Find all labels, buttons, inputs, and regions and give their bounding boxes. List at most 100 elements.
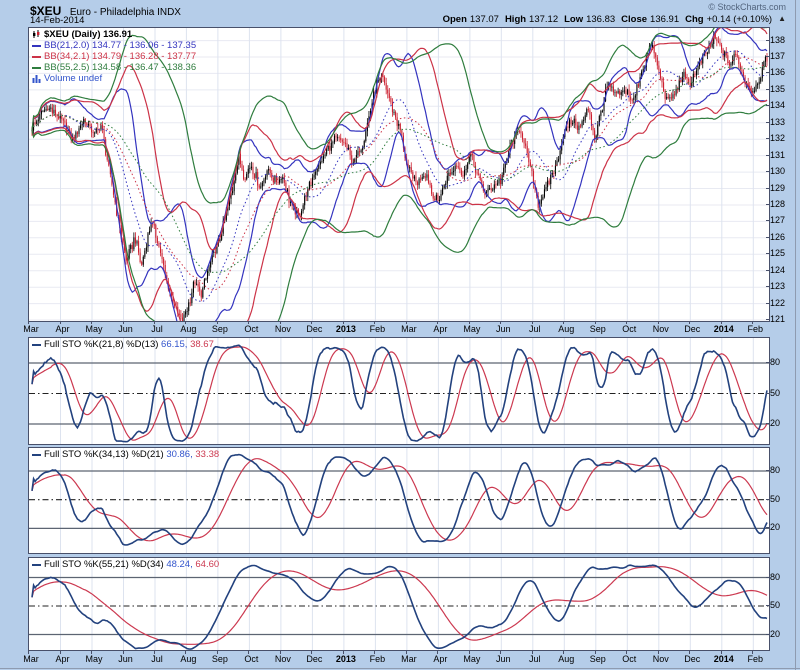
legend-text: BB(21,2.0) 134.77 - 136.06 - 137.35 (44, 40, 196, 51)
month-label: Dec (306, 324, 322, 334)
stochastic-tick-label: 80 (770, 357, 780, 367)
chg-value: +0.14 (+0.10%) (707, 14, 773, 25)
price-tick-label: 128 (770, 199, 785, 209)
month-label: Dec (684, 324, 700, 334)
stochastic-k-value: 48.24, (166, 559, 195, 570)
month-label: 2013 (336, 654, 356, 664)
price-tick-label: 136 (770, 67, 785, 77)
legend-text: $XEU (Daily) 136.91 (44, 29, 132, 40)
stochastic-k-value: 66.15, (161, 339, 190, 350)
month-label: Apr (433, 654, 447, 664)
price-panel: $XEU (Daily) 136.91BB(21,2.0) 134.77 - 1… (28, 27, 770, 322)
month-label: May (463, 654, 480, 664)
month-label: Aug (558, 324, 574, 334)
month-label: Sep (590, 654, 606, 664)
open-value: 137.07 (470, 14, 499, 25)
stochastic-panel-1: Full STO %K(21,8) %D(13) 66.15, 38.67 (28, 337, 770, 445)
month-label: Oct (622, 324, 636, 334)
month-label: Feb (370, 324, 386, 334)
legend-item-4: Volume undef (32, 73, 196, 84)
stochastic-plot-2 (29, 448, 769, 553)
month-label: Oct (244, 654, 258, 664)
stochastic-name: Full STO %K(55,21) %D(34) (44, 559, 166, 570)
month-label: Aug (558, 654, 574, 664)
month-label: Nov (275, 654, 291, 664)
month-label: Jun (496, 654, 511, 664)
chart-date: 14-Feb-2014 (30, 15, 84, 26)
month-label: Sep (212, 324, 228, 334)
price-tick-label: 138 (770, 35, 785, 45)
month-label: Mar (23, 324, 39, 334)
month-label: 2014 (714, 324, 734, 334)
stochastic-tick-label: 20 (770, 418, 780, 428)
price-tick-label: 123 (770, 281, 785, 291)
legend-text: BB(34,2.1) 134.79 - 136.28 - 137.77 (44, 51, 196, 62)
month-label: Sep (590, 324, 606, 334)
legend-item-0: $XEU (Daily) 136.91 (32, 29, 196, 40)
stochastic-d-value: 33.38 (195, 449, 219, 460)
price-tick-label: 129 (770, 183, 785, 193)
month-label: Feb (748, 324, 764, 334)
open-label: Open (443, 14, 467, 25)
month-label: Feb (370, 654, 386, 664)
stochastic-plot-1 (29, 338, 769, 444)
low-value: 136.83 (586, 14, 615, 25)
stochastic-tick-label: 80 (770, 572, 780, 582)
price-tick-label: 132 (770, 133, 785, 143)
price-tick-label: 125 (770, 248, 785, 258)
month-label: Aug (180, 324, 196, 334)
stochastic-d-value: 64.60 (195, 559, 219, 570)
month-label: Mar (401, 654, 417, 664)
stochastic-3-y-axis: 805020 (770, 557, 798, 649)
close-value: 136.91 (650, 14, 679, 25)
line-swatch-icon (32, 45, 41, 47)
month-label: Jul (151, 654, 163, 664)
month-label: Jun (118, 654, 133, 664)
price-tick-label: 122 (770, 298, 785, 308)
ticker-description: Euro - Philadelphia INDX (70, 7, 181, 18)
price-tick-label: 131 (770, 150, 785, 160)
stochastic-legend-1: Full STO %K(21,8) %D(13) 66.15, 38.67 (32, 339, 214, 350)
month-axis-top: MarAprMayJunJulAugSepOctNovDec2013FebMar… (28, 321, 768, 337)
month-label: Sep (212, 654, 228, 664)
month-label: Dec (684, 654, 700, 664)
price-tick-label: 130 (770, 166, 785, 176)
stochastic-legend-3: Full STO %K(55,21) %D(34) 48.24, 64.60 (32, 559, 219, 570)
month-label: Jun (118, 324, 133, 334)
price-tick-label: 126 (770, 232, 785, 242)
stochastic-name: Full STO %K(21,8) %D(13) (44, 339, 161, 350)
month-label: Aug (180, 654, 196, 664)
ohlc-quote-bar: Open137.07High137.12Low136.83Close136.91… (443, 14, 786, 25)
line-swatch-icon (32, 344, 41, 346)
stochastic-tick-label: 20 (770, 522, 780, 532)
legend-text: BB(55,2.5) 134.58 - 136.47 - 138.36 (44, 62, 196, 73)
stochastic-plot-3 (29, 558, 769, 650)
stochastic-tick-label: 50 (770, 494, 780, 504)
month-label: Jun (496, 324, 511, 334)
stochastic-legend-2: Full STO %K(34,13) %D(21) 30.86, 33.38 (32, 449, 219, 460)
stochastic-panel-3: Full STO %K(55,21) %D(34) 48.24, 64.60 (28, 557, 770, 651)
month-label: Feb (748, 654, 764, 664)
month-label: Mar (23, 654, 39, 664)
month-label: Oct (622, 654, 636, 664)
high-value: 137.12 (529, 14, 558, 25)
price-tick-label: 134 (770, 100, 785, 110)
month-label: May (85, 654, 102, 664)
candlestick-icon (32, 30, 41, 39)
month-label: May (85, 324, 102, 334)
price-legend: $XEU (Daily) 136.91BB(21,2.0) 134.77 - 1… (32, 29, 196, 84)
stochastic-k-value: 30.86, (166, 449, 195, 460)
legend-item-3: BB(55,2.5) 134.58 - 136.47 - 138.36 (32, 62, 196, 73)
stochastic-1-y-axis: 805020 (770, 337, 798, 443)
month-label: Apr (433, 324, 447, 334)
legend-item-1: BB(21,2.0) 134.77 - 136.06 - 137.35 (32, 40, 196, 51)
price-tick-label: 137 (770, 51, 785, 61)
stockcharts-chart: $XEU Euro - Philadelphia INDX © StockCha… (0, 0, 800, 670)
month-label: Mar (401, 324, 417, 334)
stochastic-2-y-axis: 805020 (770, 447, 798, 552)
right-edge-divider (795, 0, 796, 670)
close-label: Close (621, 14, 647, 25)
month-label: Nov (653, 324, 669, 334)
line-swatch-icon (32, 56, 41, 58)
stochastic-panel-2: Full STO %K(34,13) %D(21) 30.86, 33.38 (28, 447, 770, 554)
